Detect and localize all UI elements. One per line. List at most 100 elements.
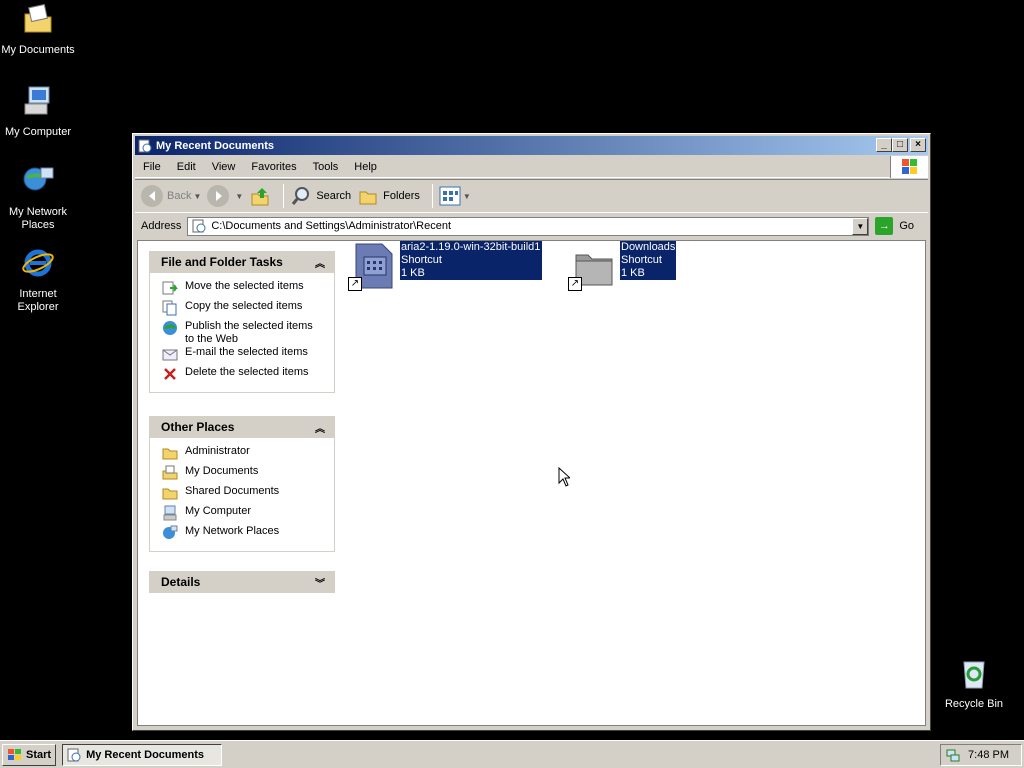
task-publish-web[interactable]: Publish the selected items to the Web — [162, 320, 334, 346]
network-places-icon — [163, 525, 178, 539]
task-move[interactable]: Move the selected items — [162, 280, 334, 300]
collapse-icon[interactable]: ︽ — [315, 255, 325, 270]
go-label: Go — [899, 220, 915, 232]
desktop-icon-recycle-bin[interactable]: Recycle Bin — [936, 656, 1012, 711]
shortcut-arrow-icon: ↗ — [348, 277, 362, 291]
place-network-places[interactable]: My Network Places — [162, 525, 334, 545]
desktop-icon-internet-explorer[interactable]: Internet Explorer — [0, 246, 76, 314]
menu-edit[interactable]: Edit — [169, 161, 204, 173]
explorer-window: My Recent Documents _ □ × File Edit View… — [132, 133, 931, 731]
file-type: Shortcut — [621, 254, 662, 266]
menu-tools[interactable]: Tools — [305, 161, 347, 173]
panel-title: Details — [161, 575, 201, 589]
taskbar-button-label: My Recent Documents — [86, 748, 205, 761]
address-dropdown-button[interactable]: ▼ — [852, 217, 869, 235]
details-panel: Details ︾ — [149, 571, 335, 593]
move-icon — [162, 281, 178, 295]
back-button[interactable]: Back ▼ — [141, 185, 201, 207]
shortcut-arrow-icon: ↗ — [568, 277, 582, 291]
my-computer-icon — [163, 505, 177, 521]
expand-icon[interactable]: ︾ — [315, 575, 325, 590]
up-folder-icon — [251, 188, 269, 206]
network-places-icon — [23, 167, 54, 191]
forward-arrow-icon — [207, 185, 230, 207]
content-area: File and Folder Tasks ︽ Move the selecte… — [137, 240, 926, 726]
window-title: My Recent Documents — [156, 139, 274, 152]
menu-bar: File Edit View Favorites Tools Help — [135, 156, 928, 178]
task-delete[interactable]: Delete the selected items — [162, 366, 334, 386]
task-email[interactable]: E-mail the selected items — [162, 346, 334, 366]
my-documents-icon — [162, 465, 178, 480]
place-my-computer[interactable]: My Computer — [162, 505, 334, 525]
desktop-icon-network-places[interactable]: My Network Places — [0, 164, 76, 232]
taskbar-button-recent-documents[interactable]: My Recent Documents — [62, 743, 223, 766]
desktop-icon-label: Recycle Bin — [944, 698, 1004, 710]
place-administrator[interactable]: Administrator — [162, 445, 334, 465]
folder-shortcut-icon: ↗ — [568, 241, 618, 291]
maximize-button[interactable]: □ — [892, 138, 908, 152]
place-shared-documents[interactable]: Shared Documents — [162, 485, 334, 505]
taskbar: Start My Recent Documents 7:48 PM — [0, 740, 1024, 768]
place-my-documents[interactable]: My Documents — [162, 465, 334, 485]
menu-favorites[interactable]: Favorites — [243, 161, 304, 173]
go-arrow-icon: → — [875, 217, 894, 235]
file-size: 1 KB — [621, 267, 645, 279]
views-button[interactable]: ▼ — [439, 186, 471, 206]
search-button[interactable]: Search — [290, 185, 351, 207]
collapse-icon[interactable]: ︽ — [315, 420, 325, 435]
search-label: Search — [316, 190, 352, 202]
address-bar: Address C:\Documents and Settings\Admini… — [135, 214, 928, 238]
menu-file[interactable]: File — [135, 161, 169, 173]
task-copy[interactable]: Copy the selected items — [162, 300, 334, 320]
publish-web-icon — [163, 321, 177, 335]
desktop-icon-label: Internet Explorer — [17, 288, 59, 313]
recent-documents-icon — [67, 748, 81, 761]
start-label: Start — [26, 748, 52, 761]
menu-help[interactable]: Help — [346, 161, 385, 173]
my-documents-icon — [24, 3, 52, 33]
folders-icon — [359, 191, 377, 205]
chevron-down-icon[interactable]: ▼ — [235, 192, 243, 201]
go-button[interactable]: → Go — [875, 217, 914, 235]
up-folder-button[interactable] — [249, 185, 271, 207]
panel-title: Other Places — [161, 420, 235, 434]
network-tray-icon[interactable] — [946, 748, 960, 762]
forward-button[interactable]: ▼ — [207, 185, 243, 207]
file-label: Downloads Shortcut 1 KB — [620, 241, 677, 280]
recent-documents-icon — [192, 219, 206, 233]
mouse-cursor-icon — [558, 467, 570, 487]
file-item[interactable]: ↗ Downloads Shortcut 1 KB — [568, 241, 677, 291]
file-label: aria2-1.19.0-win-32bit-build1 Shortcut 1… — [400, 241, 542, 280]
other-places-panel: Other Places ︽ Administrator My Document… — [149, 416, 335, 552]
menu-view[interactable]: View — [204, 161, 244, 173]
desktop-icon-my-documents[interactable]: My Documents — [0, 2, 76, 57]
internet-explorer-icon — [22, 249, 54, 277]
close-button[interactable]: × — [910, 138, 926, 152]
application-icon: ↗ — [348, 241, 398, 291]
chevron-down-icon[interactable]: ▼ — [193, 192, 201, 201]
desktop-icon-my-computer[interactable]: My Computer — [0, 84, 76, 139]
start-button[interactable]: Start — [2, 743, 57, 766]
panel-header[interactable]: File and Folder Tasks ︽ — [149, 251, 335, 273]
folder-icon — [162, 488, 178, 500]
panel-header[interactable]: Details ︾ — [149, 571, 335, 593]
copy-icon — [162, 300, 177, 316]
back-label: Back — [167, 190, 192, 202]
toolbar-separator — [431, 184, 433, 208]
panel-header[interactable]: Other Places ︽ — [149, 416, 335, 438]
folder-icon — [162, 448, 178, 460]
file-item[interactable]: ↗ aria2-1.19.0-win-32bit-build1 Shortcut… — [348, 241, 542, 291]
windows-logo-icon — [890, 156, 928, 178]
folders-label: Folders — [383, 190, 420, 202]
my-computer-icon — [24, 86, 50, 115]
chevron-down-icon[interactable]: ▼ — [463, 192, 471, 201]
clock[interactable]: 7:48 PM — [968, 749, 1009, 761]
title-bar[interactable]: My Recent Documents _ □ × — [135, 136, 928, 155]
address-input[interactable]: C:\Documents and Settings\Administrator\… — [187, 216, 870, 236]
file-type: Shortcut — [401, 254, 442, 266]
folders-button[interactable]: Folders — [357, 185, 420, 207]
search-icon — [292, 187, 310, 205]
minimize-button[interactable]: _ — [876, 138, 892, 152]
file-name: aria2-1.19.0-win-32bit-build1 — [401, 241, 541, 253]
desktop-icon-label: My Network Places — [8, 206, 68, 231]
